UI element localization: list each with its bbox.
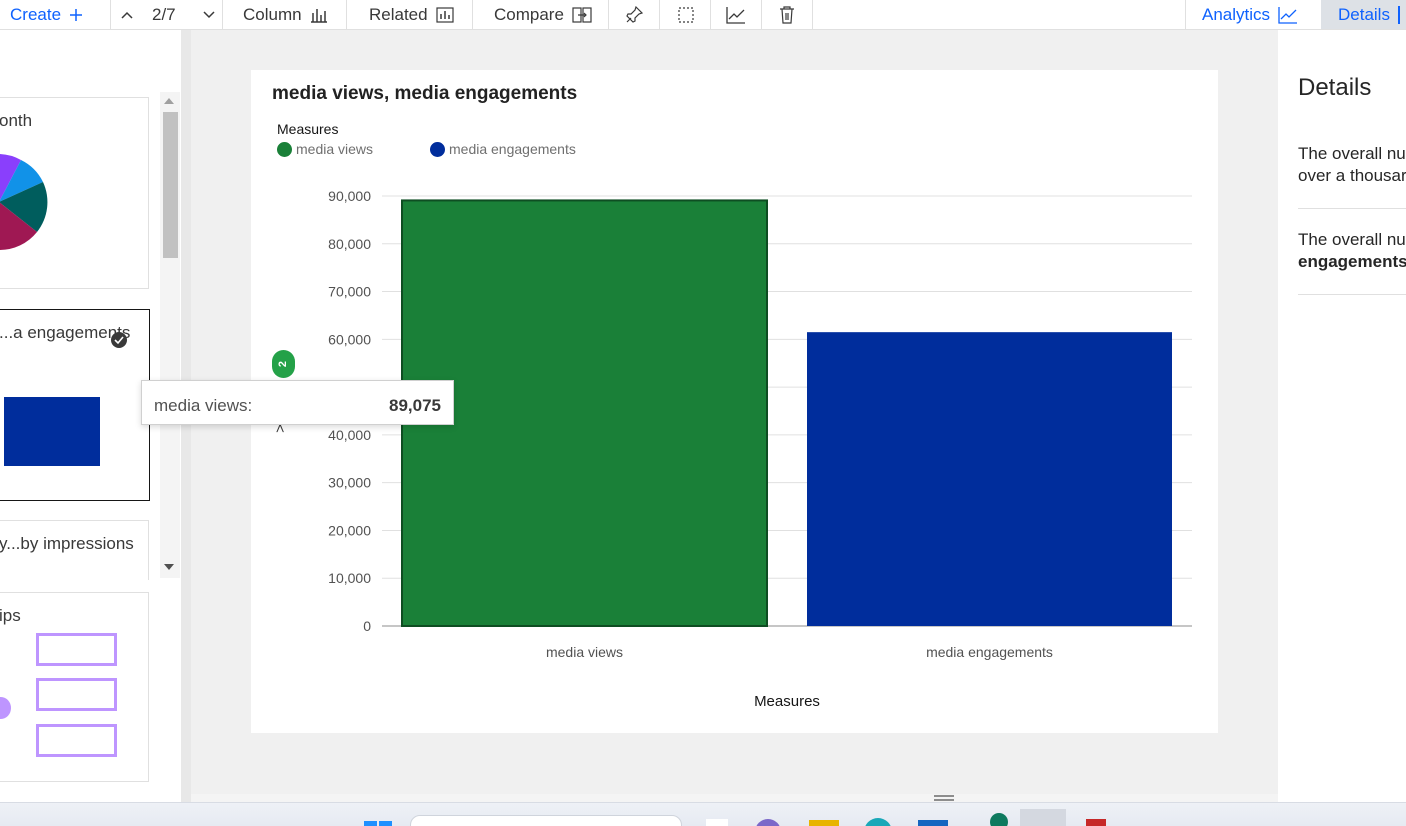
x-axis-title: Measures — [754, 693, 820, 710]
insight-text-1a: The overall nu — [1298, 144, 1406, 163]
y-tick-label: 90,000 — [328, 188, 371, 204]
y-tick-label: 10,000 — [328, 570, 371, 586]
windows-start-icon[interactable] — [364, 819, 392, 826]
tooltip-value: 89,075 — [389, 396, 441, 415]
taskbar — [0, 802, 1406, 826]
y-axis-label: > — [271, 424, 289, 433]
tooltip-label: media views: — [154, 396, 253, 415]
y-tick-label: 20,000 — [328, 522, 371, 538]
insight-text-1b: over a thousar — [1298, 166, 1406, 185]
bar[interactable] — [807, 332, 1172, 626]
badge-count: 2 — [277, 360, 290, 368]
details-title: Details — [1298, 74, 1372, 101]
active-app-icon[interactable] — [1020, 809, 1066, 826]
app-icon[interactable] — [755, 819, 781, 826]
resize-handle[interactable] — [934, 795, 954, 801]
y-tick-label: 30,000 — [328, 475, 371, 491]
insight-text-2a: The overall nu — [1298, 230, 1406, 249]
chart-tooltip: media views: 89,075 — [141, 380, 454, 425]
y-tick-label: 40,000 — [328, 427, 371, 443]
insight-text-2b: engagements — [1298, 252, 1406, 271]
app-icon[interactable] — [706, 819, 728, 826]
browser-icon[interactable] — [864, 818, 892, 826]
y-tick-label: 0 — [363, 618, 371, 634]
app-icon[interactable] — [1086, 819, 1106, 826]
taskbar-search-input[interactable] — [410, 815, 682, 826]
bar[interactable] — [401, 199, 768, 628]
notification-count-icon[interactable] — [990, 813, 1008, 826]
y-tick-label: 80,000 — [328, 236, 371, 252]
x-tick-label: media engagements — [926, 644, 1053, 660]
details-panel: Details The overall nu over a thousar Th… — [1278, 30, 1406, 802]
x-tick-label: media views — [546, 644, 623, 660]
y-tick-label: 70,000 — [328, 284, 371, 300]
app-icon[interactable] — [918, 820, 948, 826]
y-tick-label: 60,000 — [328, 331, 371, 347]
notification-badge[interactable]: 2 — [272, 350, 295, 378]
folder-icon[interactable] — [809, 820, 839, 826]
